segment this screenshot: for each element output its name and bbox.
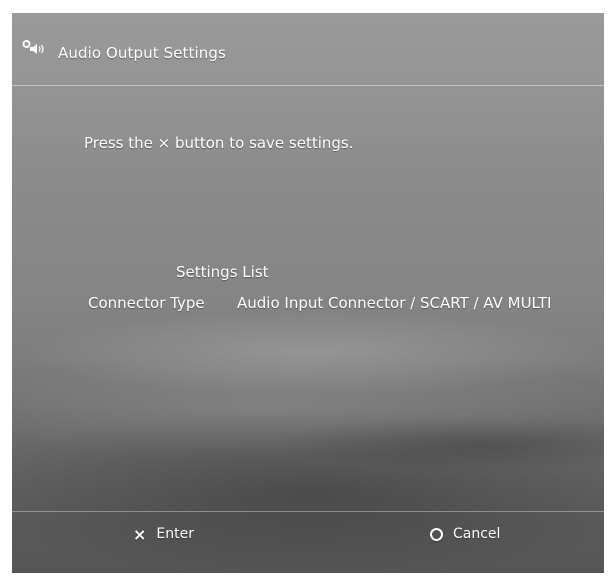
circle-button-icon — [430, 527, 443, 541]
enter-label: Enter — [156, 526, 194, 542]
cancel-button[interactable]: Cancel — [430, 523, 500, 545]
cancel-label: Cancel — [453, 526, 501, 542]
setting-label: Connector Type — [88, 294, 205, 312]
header-divider — [12, 85, 604, 86]
enter-button[interactable]: × Enter — [133, 523, 194, 545]
settings-screen: Audio Output Settings Press the × button… — [12, 13, 604, 573]
page-frame: Audio Output Settings Press the × button… — [0, 0, 614, 581]
instruction-text: Press the × button to save settings. — [84, 134, 354, 152]
header: Audio Output Settings — [12, 13, 604, 85]
settings-list-heading: Settings List — [176, 263, 269, 281]
setting-value: Audio Input Connector / SCART / AV MULTI — [237, 294, 552, 312]
cross-button-icon: × — [133, 524, 147, 544]
footer: × Enter Cancel — [12, 512, 604, 573]
settings-row-connector-type: Connector Type Audio Input Connector / S… — [12, 294, 604, 316]
page-title: Audio Output Settings — [58, 44, 226, 62]
settings-speaker-icon — [22, 40, 46, 56]
